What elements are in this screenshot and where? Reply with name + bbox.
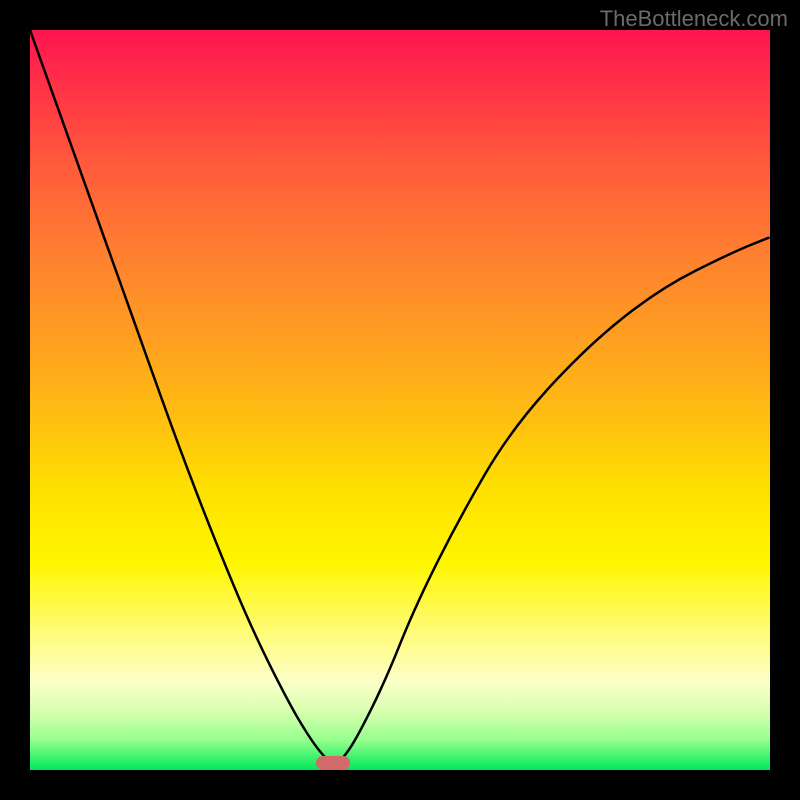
optimal-point-marker	[316, 756, 350, 770]
bottleneck-curve	[30, 30, 770, 763]
curve-svg	[30, 30, 770, 770]
watermark-text: TheBottleneck.com	[600, 6, 788, 32]
plot-area	[30, 30, 770, 770]
